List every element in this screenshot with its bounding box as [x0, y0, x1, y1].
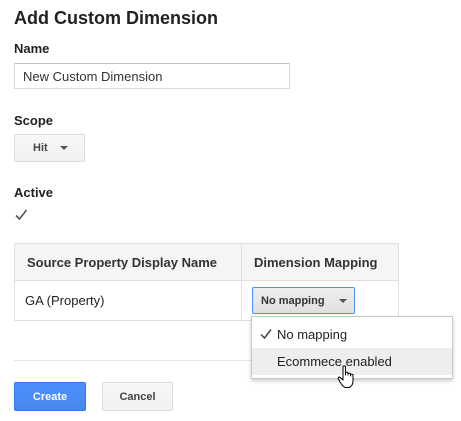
active-checkbox[interactable]: [14, 208, 28, 222]
add-custom-dimension-dialog: Add Custom Dimension Name Scope Hit Acti…: [0, 0, 461, 421]
column-header-source: Source Property Display Name: [14, 243, 242, 281]
menu-item-label: No mapping: [277, 327, 348, 342]
scope-label: Scope: [14, 113, 54, 128]
checkmark-icon: [15, 209, 28, 221]
table-row: GA (Property) No mapping: [14, 280, 399, 321]
active-label: Active: [14, 185, 54, 200]
mapping-dropdown-button[interactable]: No mapping: [252, 287, 355, 314]
column-header-mapping: Dimension Mapping: [241, 243, 399, 281]
caret-down-icon: [59, 146, 68, 150]
name-label: Name: [14, 41, 50, 56]
name-input[interactable]: [14, 63, 290, 89]
mapping-selected-value: No mapping: [261, 294, 325, 307]
mapping-cell: No mapping: [241, 280, 399, 321]
scope-selected-value: Hit: [33, 142, 48, 154]
hand-pointer-cursor-icon: [337, 365, 354, 388]
scope-dropdown-button[interactable]: Hit: [14, 134, 85, 162]
menu-item-no-mapping[interactable]: No mapping: [252, 321, 452, 348]
checkmark-icon: [260, 329, 272, 340]
cancel-button[interactable]: Cancel: [102, 382, 173, 411]
menu-item-label: Ecommece enabled: [277, 354, 392, 369]
caret-down-icon: [338, 298, 347, 303]
dialog-title: Add Custom Dimension: [14, 8, 219, 28]
table-header-row: Source Property Display Name Dimension M…: [14, 243, 399, 281]
source-mapping-table: Source Property Display Name Dimension M…: [14, 243, 399, 321]
create-button[interactable]: Create: [14, 382, 86, 411]
source-property-cell: GA (Property): [14, 280, 242, 321]
